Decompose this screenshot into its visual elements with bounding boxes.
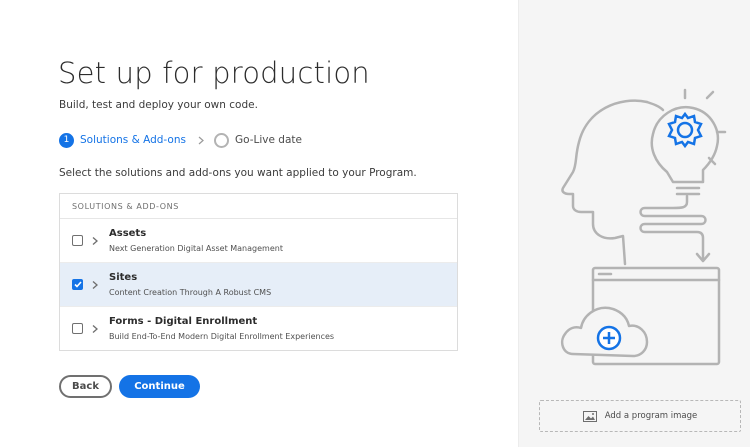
chevron-right-icon[interactable] <box>91 236 99 246</box>
page-subtitle: Build, test and deploy your own code. <box>59 99 258 111</box>
row-name: Assets <box>109 228 147 239</box>
solutions-table: SOLUTIONS & ADD-ONS Assets Next Generati… <box>59 193 458 351</box>
selection-prompt: Select the solutions and add-ons you wan… <box>59 167 417 179</box>
chevron-right-icon[interactable] <box>91 280 99 290</box>
table-row-sites[interactable]: Sites Content Creation Through A Robust … <box>60 263 457 307</box>
step-1-label[interactable]: Solutions & Add-ons <box>80 134 186 146</box>
table-row-assets[interactable]: Assets Next Generation Digital Asset Man… <box>60 219 457 263</box>
add-image-label: Add a program image <box>604 411 698 421</box>
continue-button[interactable]: Continue <box>119 375 200 398</box>
program-illustration <box>561 88 727 366</box>
chevron-right-icon[interactable] <box>91 324 99 334</box>
back-button[interactable]: Back <box>59 375 112 398</box>
row-description: Build End-To-End Modern Digital Enrollme… <box>109 332 335 341</box>
add-program-image-button[interactable]: Add a program image <box>539 400 741 432</box>
image-icon <box>582 410 597 422</box>
table-row-forms[interactable]: Forms - Digital Enrollment Build End-To-… <box>60 307 457 350</box>
sites-checkbox[interactable] <box>72 279 83 290</box>
row-name: Sites <box>109 272 138 283</box>
row-description: Next Generation Digital Asset Management <box>109 244 283 253</box>
assets-checkbox[interactable] <box>72 235 83 246</box>
program-image-panel: Add a program image <box>518 0 750 447</box>
step-2-indicator <box>213 132 229 148</box>
step-2-label[interactable]: Go-Live date <box>235 134 302 146</box>
stepper: 1 Solutions & Add-ons Go-Live date <box>59 131 302 149</box>
forms-checkbox[interactable] <box>72 323 83 334</box>
chevron-right-icon <box>196 135 206 145</box>
row-description: Content Creation Through A Robust CMS <box>109 288 272 297</box>
page-title: Set up for production <box>58 56 370 90</box>
row-name: Forms - Digital Enrollment <box>109 316 258 327</box>
checkmark-icon <box>73 281 82 288</box>
table-header: SOLUTIONS & ADD-ONS <box>60 194 457 219</box>
setup-form-panel: Set up for production Build, test and de… <box>0 0 518 447</box>
step-1-indicator: 1 <box>59 132 74 148</box>
